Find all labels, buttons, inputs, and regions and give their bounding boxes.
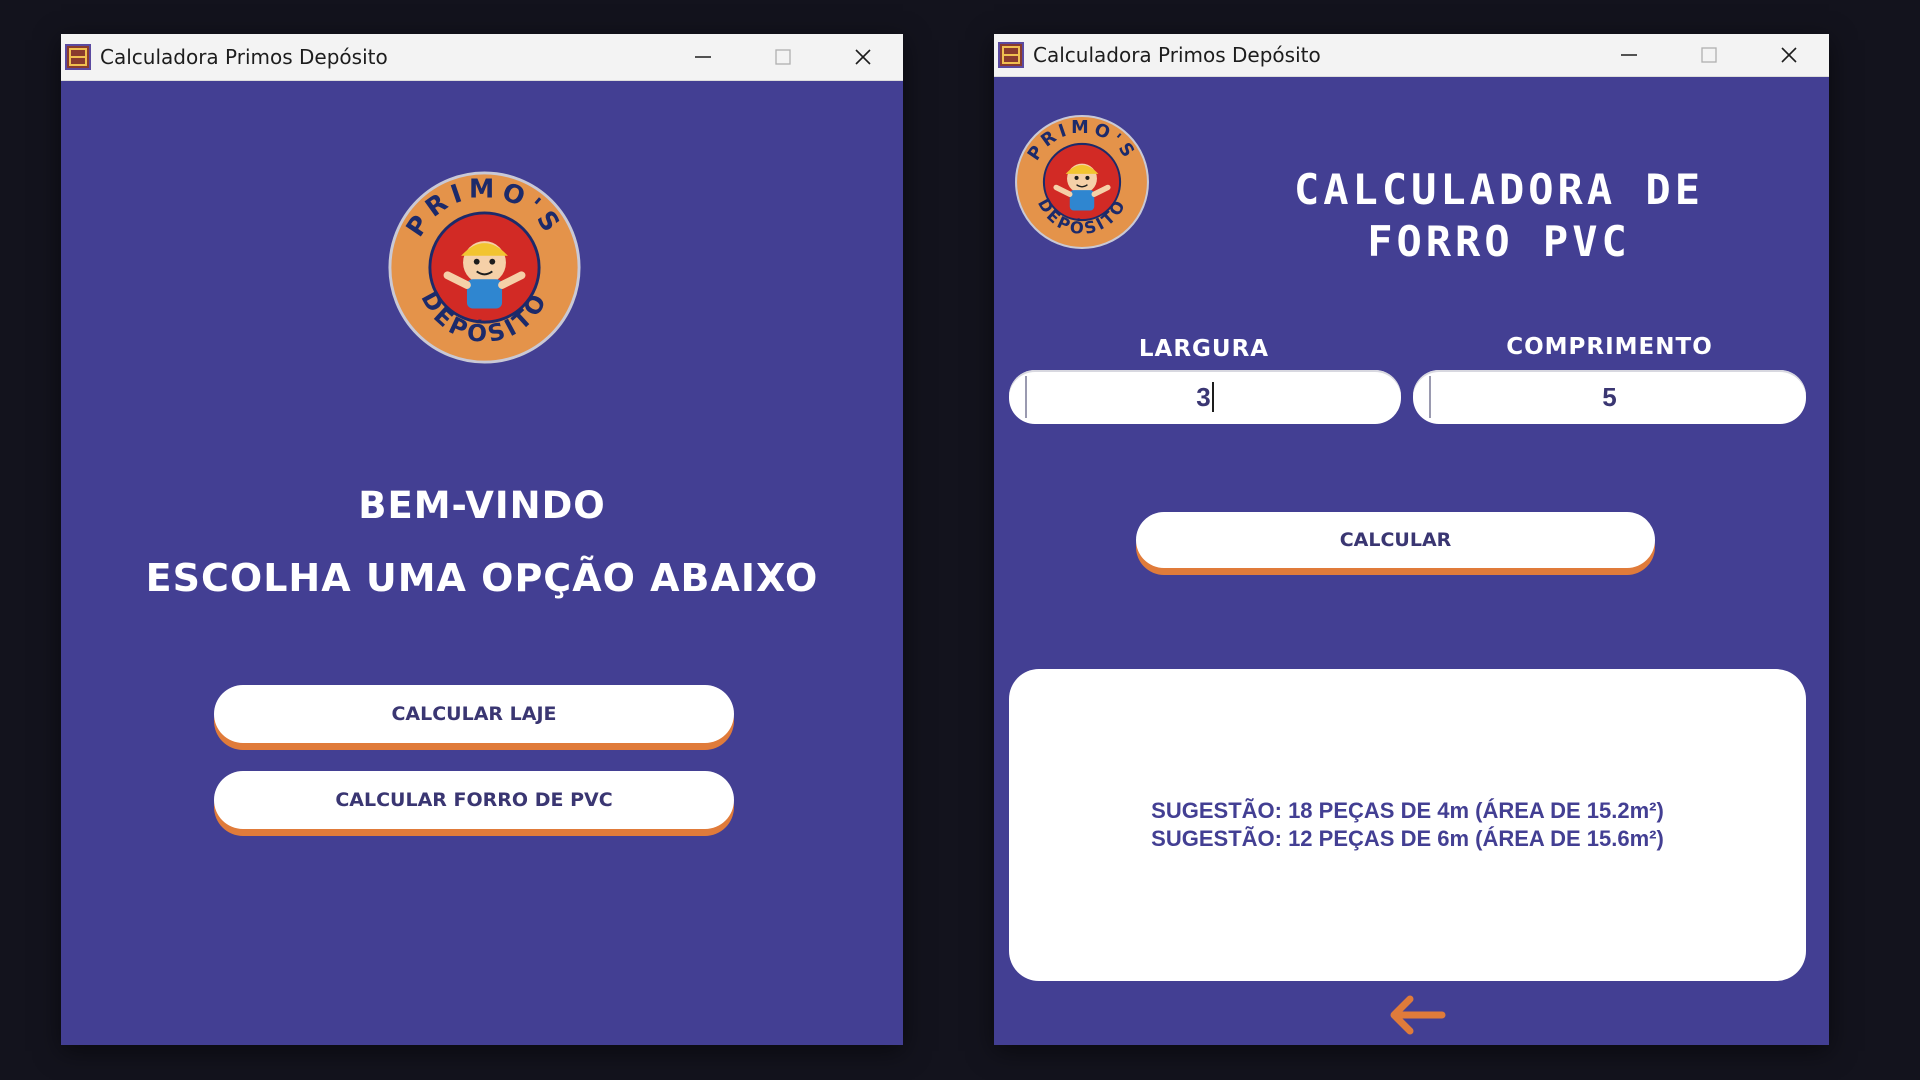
field-edge [1025,376,1027,418]
window-title: Calculadora Primos Depósito [1033,43,1321,67]
calculator-heading: CALCULADORA DE [1293,165,1704,214]
title-bar[interactable]: Calculadora Primos Depósito [994,34,1829,77]
comprimento-value: 5 [1602,381,1617,412]
primos-deposito-logo: PRIMO'S DEPÓSITO [387,170,582,365]
text-caret [1211,382,1214,412]
field-edge [1429,376,1431,418]
result-suggestion-2: SUGESTÃO: 12 PEÇAS DE 6m (ÁREA DE 15.6m²… [1151,826,1664,851]
result-panel: SUGESTÃO: 18 PEÇAS DE 4m (ÁREA DE 15.2m²… [1009,669,1806,981]
forro-pvc-window: Calculadora Primos Depósito PRIMO'S DEPÓ… [994,34,1829,1045]
close-icon[interactable] [823,34,903,80]
window-title: Calculadora Primos Depósito [100,45,388,69]
result-suggestion-1: SUGESTÃO: 18 PEÇAS DE 4m (ÁREA DE 15.2m²… [1151,798,1664,823]
maximize-icon[interactable] [743,34,823,80]
close-icon[interactable] [1749,34,1829,76]
app-icon [998,42,1024,68]
welcome-heading: BEM-VINDO [358,484,606,527]
choose-option-heading: ESCOLHA UMA OPÇÃO ABAIXO [145,556,819,600]
largura-label: LARGURA [1138,336,1270,362]
title-bar[interactable]: Calculadora Primos Depósito [61,34,903,81]
calcular-button[interactable]: CALCULAR [1136,512,1655,568]
main-menu-window: Calculadora Primos Depósito PRIMO'S DEPÓ… [61,34,903,1045]
maximize-icon[interactable] [1669,34,1749,76]
largura-input[interactable]: 3 [1009,370,1401,424]
minimize-icon[interactable] [663,34,743,80]
app-icon [65,44,91,70]
comprimento-input[interactable]: 5 [1413,370,1806,424]
comprimento-label: COMPRIMENTO [1506,334,1713,360]
back-arrow-icon[interactable] [1386,994,1446,1036]
minimize-icon[interactable] [1589,34,1669,76]
largura-value: 3 [1196,381,1211,412]
calcular-forro-button[interactable]: CALCULAR FORRO DE PVC [214,771,734,829]
calculator-subheading: FORRO PVC [1367,217,1631,266]
calcular-laje-button[interactable]: CALCULAR LAJE [214,685,734,743]
primos-deposito-logo: PRIMO'S DEPÓSITO [1014,114,1150,250]
